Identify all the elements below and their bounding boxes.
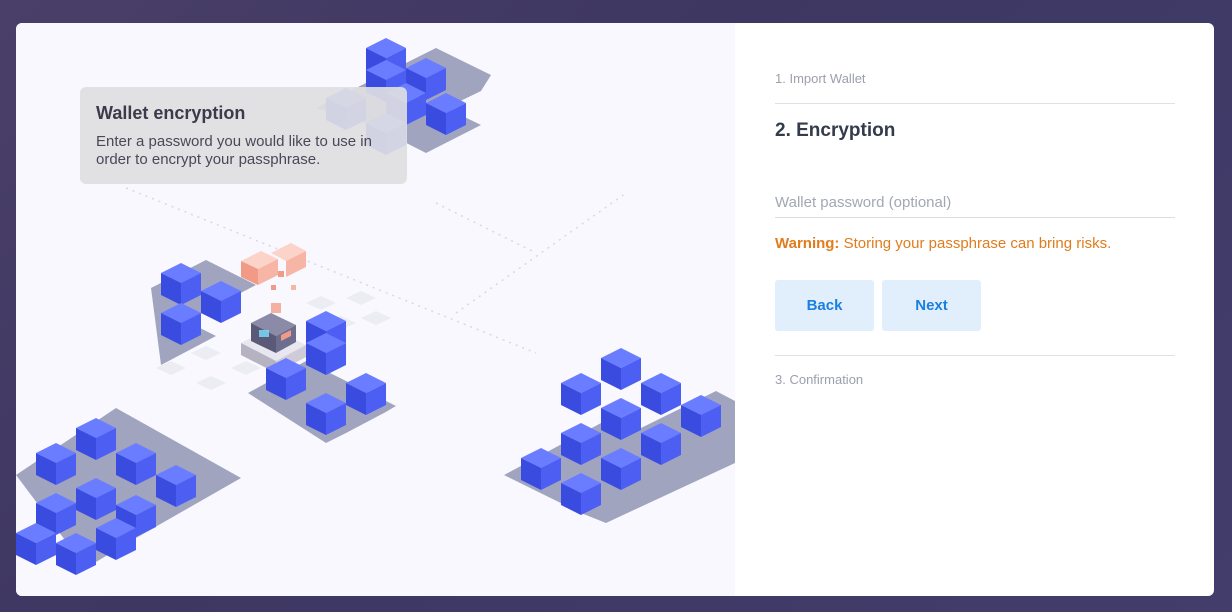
back-button[interactable]: Back — [775, 280, 874, 331]
next-button[interactable]: Next — [882, 280, 981, 331]
warning-label: Warning: — [775, 235, 840, 252]
tooltip-title: Wallet encryption — [96, 103, 246, 123]
warning-message: Warning: Storing your passphrase can bri… — [775, 235, 1111, 252]
wizard-panel: 1. Import Wallet 2. Encryption Warning: … — [775, 23, 1175, 596]
step-encryption-title: 2. Encryption — [775, 120, 896, 141]
setup-card: Wallet encryption Enter a password you w… — [16, 23, 1214, 596]
step-import-wallet[interactable]: 1. Import Wallet — [775, 71, 866, 86]
warning-text: Storing your passphrase can bring risks. — [839, 235, 1112, 252]
divider — [775, 355, 1175, 356]
info-tooltip: Wallet encryption Enter a password you w… — [80, 87, 407, 184]
wallet-password-input[interactable] — [775, 188, 1175, 218]
illustration-panel: Wallet encryption Enter a password you w… — [16, 23, 735, 596]
tooltip-text: Enter a password you would like to use i… — [96, 133, 372, 168]
step-confirmation[interactable]: 3. Confirmation — [775, 372, 863, 387]
divider — [775, 103, 1175, 104]
